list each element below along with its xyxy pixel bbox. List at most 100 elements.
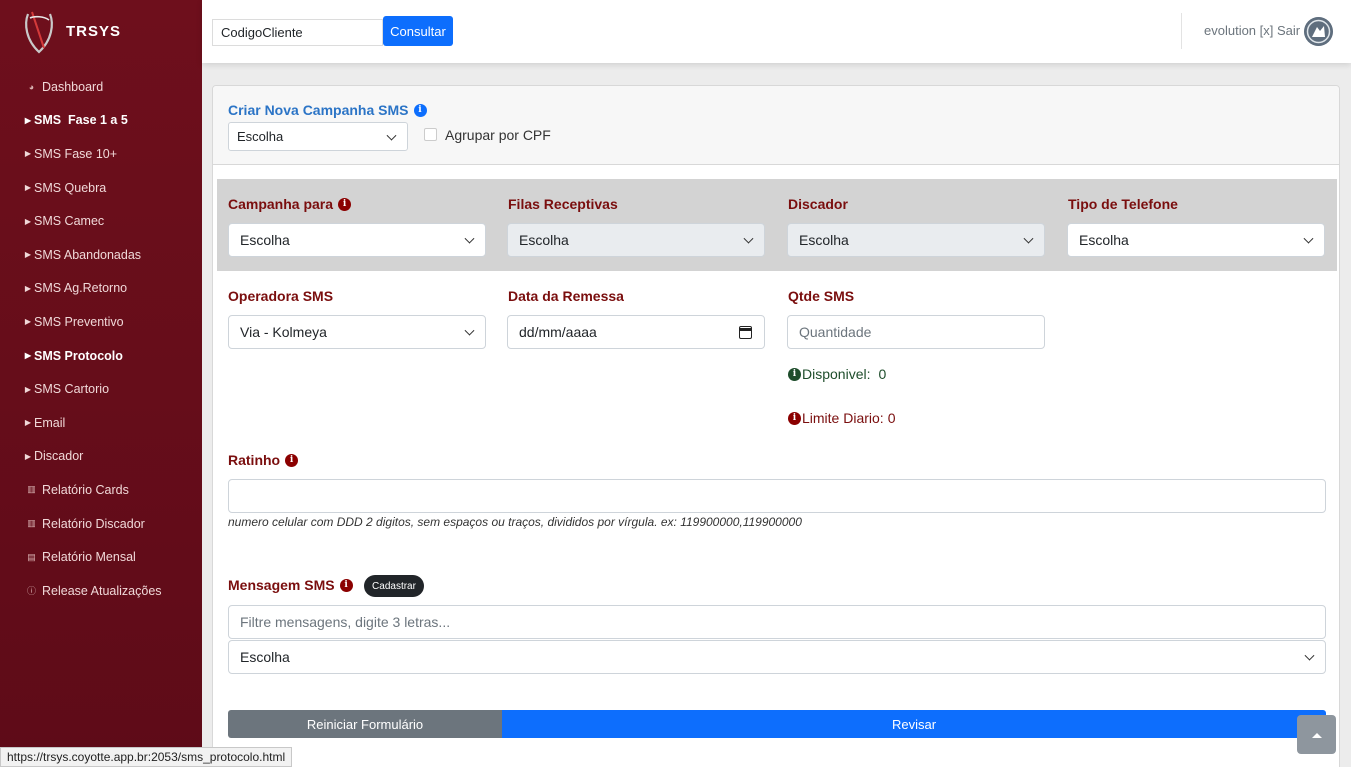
sidebar-item-relat-rio-discador[interactable]: ▥ Relatório Discador <box>0 507 202 541</box>
sidebar-item-sms-protocolo[interactable]: ▶ SMS Protocolo <box>0 339 202 373</box>
operadora-label: Operadora SMS <box>228 288 334 304</box>
info-icon[interactable]: i <box>338 197 352 211</box>
disponivel-value: 0 <box>878 366 887 382</box>
sidebar-item-sms-ag-retorno[interactable]: ▶ SMS Ag.Retorno <box>0 272 202 306</box>
caret-right-icon: ▶ <box>24 451 32 461</box>
sidebar-item-label: Dashboard <box>42 79 104 94</box>
info-icon[interactable]: i <box>339 578 353 592</box>
sidebar-item-label: SMS Camec <box>34 214 105 229</box>
campaign-select[interactable]: Escolha <box>228 122 408 151</box>
tipo-telefone-select[interactable]: Escolha <box>1067 223 1325 257</box>
caret-right-icon: ▶ <box>24 317 32 327</box>
sidebar-item-release-atualiza-es[interactable]: ⓘ Release Atualizações <box>0 574 202 608</box>
card-header: Criar Nova Campanha SMS i Escolha Agrupa… <box>213 86 1339 165</box>
user-avatar-icon <box>1304 17 1333 46</box>
info-icon: i <box>788 367 801 381</box>
campanha-para-select[interactable]: Escolha <box>228 223 486 257</box>
avatar[interactable] <box>1304 17 1333 46</box>
tipo-telefone-value: Escolha <box>1079 232 1129 248</box>
filas-receptivas-select[interactable]: Escolha <box>507 223 765 257</box>
sidebar-item-label: SMS Cartorio <box>34 382 110 397</box>
bar-chart-icon: ▥ <box>27 518 36 529</box>
sidebar-item-sms-fase-10[interactable]: ▶ SMS Fase 10+ <box>0 137 202 171</box>
scroll-top-button[interactable] <box>1297 715 1336 754</box>
status-bar-url: https://trsys.coyotte.app.br:2053/sms_pr… <box>0 747 293 767</box>
sidebar-item-email[interactable]: ▶ Email <box>0 406 202 440</box>
discador-value: Escolha <box>799 232 849 248</box>
mensagem-label-text: Mensagem SMS <box>228 577 335 593</box>
sidebar-item-relat-rio-mensal[interactable]: ▤ Relatório Mensal <box>0 540 202 574</box>
sidebar: TRSYS ◕ Dashboard ▶ SMS Fase 1 a 5 ▶ SMS Fase… <box>0 0 202 767</box>
sidebar-nav: ◕ Dashboard ▶ SMS Fase 1 a 5 ▶ SMS Fase 10+ ▶ S… <box>0 70 202 608</box>
info-icon[interactable]: i <box>413 103 427 117</box>
group-cpf-label[interactable]: Agrupar por CPF <box>445 127 551 143</box>
caret-right-icon: ▶ <box>24 216 32 226</box>
cadastrar-button[interactable]: Cadastrar <box>364 575 424 597</box>
tipo-telefone-label: Tipo de Telefone <box>1068 196 1178 212</box>
reset-form-button[interactable]: Reiniciar Formulário <box>228 710 502 738</box>
sidebar-item-sms-abandonadas[interactable]: ▶ SMS Abandonadas <box>0 238 202 272</box>
sidebar-item-label: Discador <box>34 449 84 464</box>
info-icon: ⓘ <box>26 586 36 597</box>
topbar: Consultar evolution [x] Sair <box>202 0 1351 63</box>
sidebar-item-label: Relatório Mensal <box>42 550 136 565</box>
brand-name: TRSYS <box>66 22 122 40</box>
info-icon[interactable]: i <box>285 453 299 467</box>
sidebar-item-dashboard[interactable]: ◕ Dashboard <box>0 70 202 104</box>
data-remessa-input[interactable]: dd/mm/aaaa <box>507 315 765 349</box>
qtde-sms-input[interactable]: Quantidade <box>787 315 1045 349</box>
sidebar-item-sms-quebra[interactable]: ▶ SMS Quebra <box>0 171 202 205</box>
operadora-select[interactable]: Via - Kolmeya <box>228 315 486 349</box>
mensagem-label: Mensagem SMS i <box>228 577 353 593</box>
brand-logo-icon <box>25 11 53 54</box>
filas-receptivas-label: Filas Receptivas <box>508 196 618 212</box>
ratinho-label: Ratinho i <box>228 452 299 468</box>
sidebar-item-label: Relatório Discador <box>42 516 145 531</box>
brand[interactable]: TRSYS <box>22 8 121 54</box>
chevron-down-icon <box>743 233 754 244</box>
sidebar-item-sms-cartorio[interactable]: ▶ SMS Cartorio <box>0 372 202 406</box>
calendar-icon[interactable] <box>738 326 752 339</box>
ratinho-label-text: Ratinho <box>228 452 281 468</box>
chevron-down-icon <box>1303 233 1314 244</box>
chevron-down-icon <box>464 233 475 244</box>
client-code-input[interactable] <box>212 19 383 46</box>
card-title-text: Criar Nova Campanha SMS <box>228 102 409 118</box>
caret-right-icon: ▶ <box>24 183 32 193</box>
table-icon: ▤ <box>27 551 36 562</box>
sidebar-item-label: Email <box>34 415 66 430</box>
sidebar-item-label: SMS Quebra <box>34 180 107 195</box>
sidebar-item-label: SMS Ag.Retorno <box>34 281 128 296</box>
operadora-value: Via - Kolmeya <box>240 324 327 340</box>
sidebar-item-sms-camec[interactable]: ▶ SMS Camec <box>0 204 202 238</box>
review-button[interactable]: Revisar <box>502 710 1326 738</box>
group-cpf-checkbox[interactable] <box>424 128 437 141</box>
info-icon: i <box>788 411 801 425</box>
qtde-sms-label: Qtde SMS <box>788 288 855 304</box>
qtde-sms-placeholder: Quantidade <box>799 324 872 340</box>
sidebar-item-sms-fase-1-a-5[interactable]: ▶ SMS Fase 1 a 5 <box>0 104 202 138</box>
chevron-down-icon <box>1304 650 1315 661</box>
sidebar-item-label: SMS Fase 1 a 5 <box>34 113 128 128</box>
limite-label: Limite Diario: <box>802 410 884 426</box>
limite-value: 0 <box>887 410 896 426</box>
discador-select[interactable]: Escolha <box>787 223 1045 257</box>
card-title: Criar Nova Campanha SMS i <box>228 102 427 118</box>
ratinho-input[interactable] <box>228 479 1326 513</box>
caret-right-icon: ▶ <box>24 283 32 293</box>
user-logout-link[interactable]: evolution [x] Sair <box>1204 23 1300 38</box>
sidebar-item-label: SMS Abandonadas <box>34 247 142 262</box>
sidebar-item-sms-preventivo[interactable]: ▶ SMS Preventivo <box>0 305 202 339</box>
mensagem-select-value: Escolha <box>240 649 290 665</box>
data-remessa-label: Data da Remessa <box>508 288 624 304</box>
mensagem-filter-input[interactable]: Filtre mensagens, digite 3 letras... <box>228 605 1326 639</box>
mensagem-select[interactable]: Escolha <box>228 640 1326 674</box>
campanha-para-value: Escolha <box>240 232 290 248</box>
sidebar-item-label: SMS Fase 10+ <box>34 146 118 161</box>
sidebar-item-discador[interactable]: ▶ Discador <box>0 440 202 474</box>
chevron-down-icon <box>1023 233 1034 244</box>
consultar-button[interactable]: Consultar <box>383 16 453 46</box>
sidebar-item-relat-rio-cards[interactable]: ▥ Relatório Cards <box>0 473 202 507</box>
caret-right-icon: ▶ <box>24 250 32 260</box>
bar-chart-icon: ▥ <box>27 484 36 495</box>
